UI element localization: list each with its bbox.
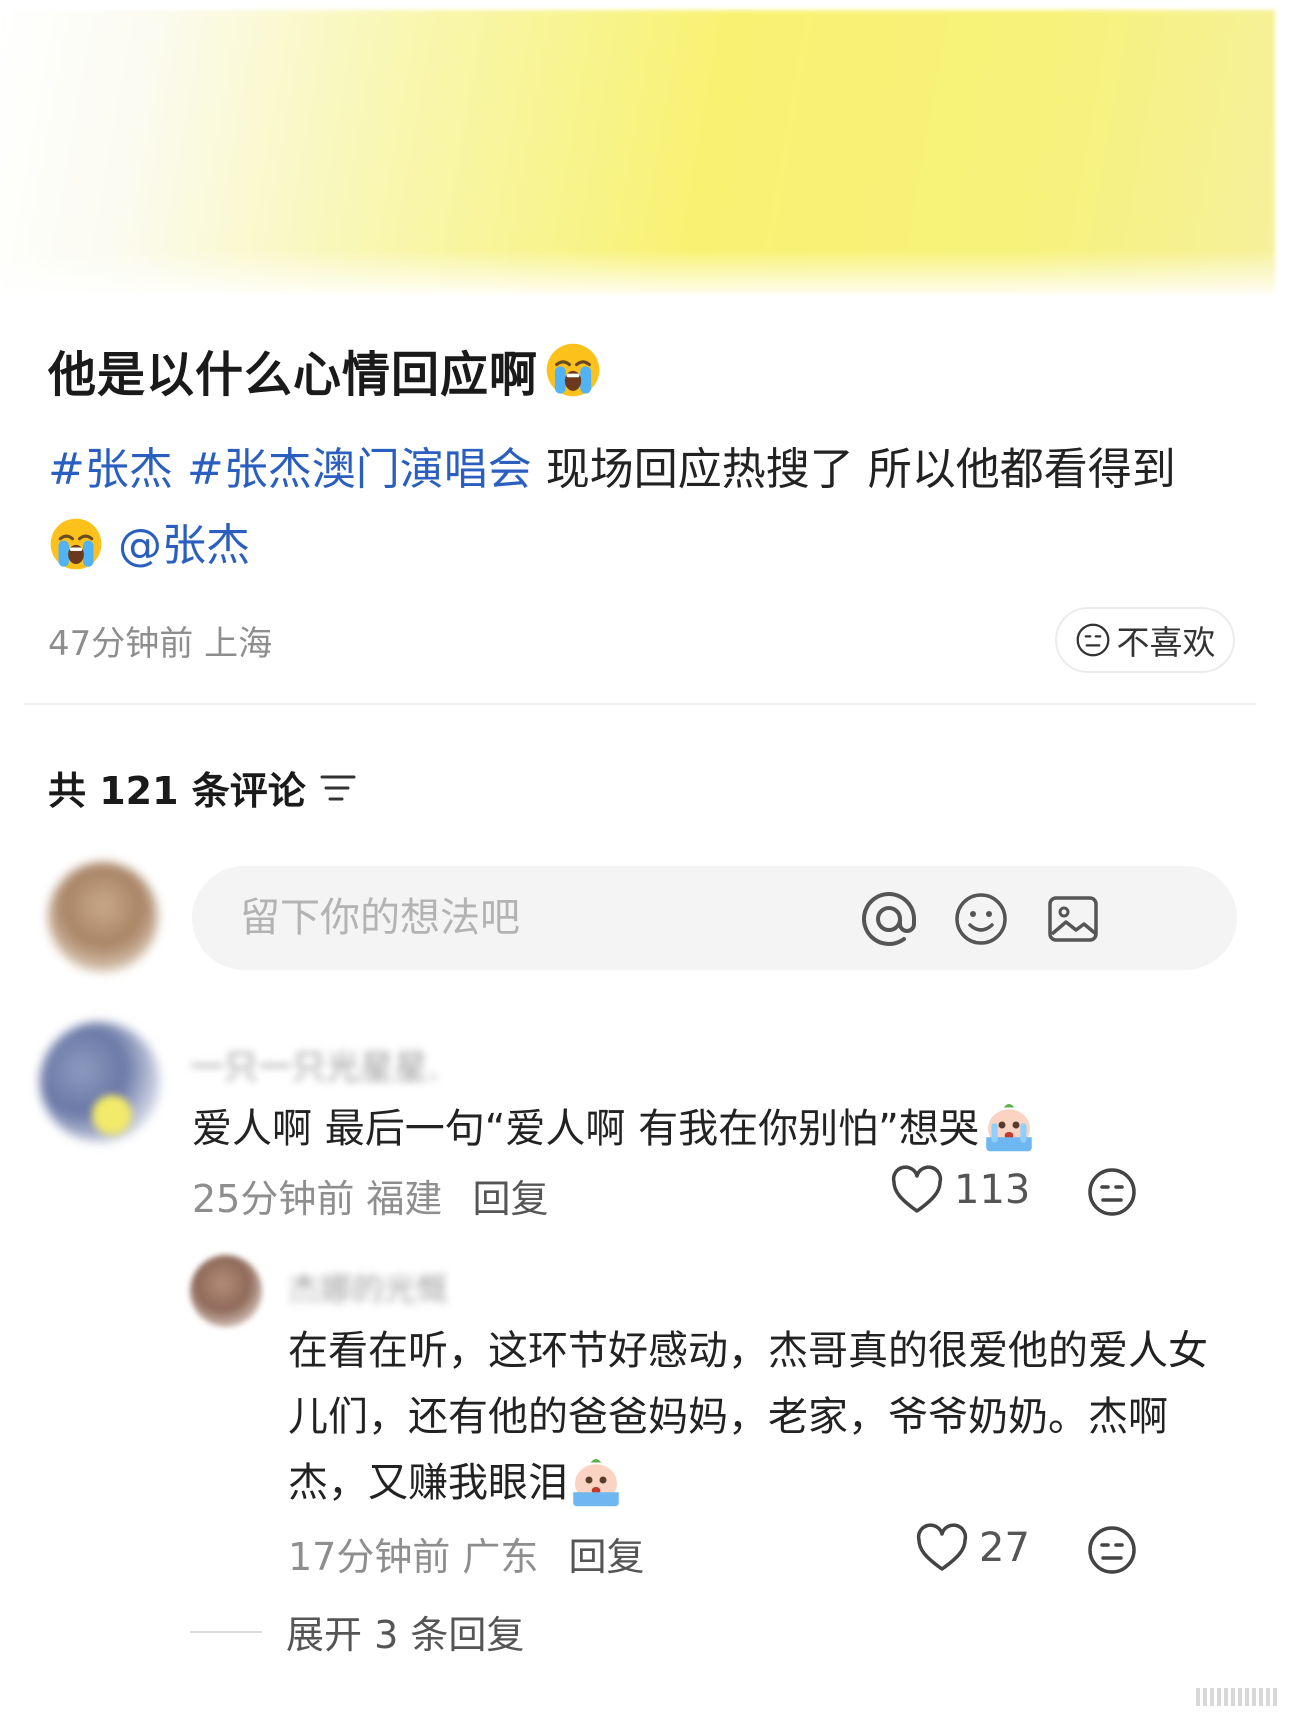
sort-icon[interactable] bbox=[318, 771, 358, 805]
like-count: 27 bbox=[979, 1525, 1030, 1571]
loudly-crying-face-icon bbox=[546, 343, 600, 397]
like-count: 113 bbox=[954, 1167, 1031, 1213]
comment-count-header: 共 121 条评论 bbox=[48, 760, 358, 815]
hashtag-link[interactable]: #张杰澳门演唱会 bbox=[187, 444, 532, 495]
expand-replies-button[interactable]: 展开 3 条回复 bbox=[190, 1604, 524, 1659]
post-title-text: 他是以什么心情回应啊 bbox=[48, 347, 539, 403]
reply-button[interactable]: 回复 bbox=[568, 1535, 644, 1579]
commenter-username[interactable]: 一只一只光星星. bbox=[190, 1040, 439, 1089]
commenter-avatar-badge bbox=[92, 1095, 132, 1135]
comment-input-box[interactable] bbox=[192, 866, 1237, 970]
reply-avatar[interactable] bbox=[190, 1255, 262, 1327]
expand-replies-label: 展开 3 条回复 bbox=[286, 1613, 525, 1657]
divider bbox=[24, 703, 1256, 705]
hashtag-link[interactable]: #张杰 bbox=[48, 444, 173, 495]
comment-text-content: 爱人啊 最后一句“爱人啊 有我在你别怕”想哭 bbox=[192, 1106, 979, 1152]
neutral-face-icon bbox=[1076, 623, 1109, 657]
reply-text: 在看在听，这环节好感动，杰哥真的很爱他的爱人女儿们，还有他的爸爸妈妈，老家，爷爷… bbox=[288, 1318, 1228, 1516]
dislike-label: 不喜欢 bbox=[1116, 623, 1216, 662]
like-button[interactable]: 113 bbox=[890, 1165, 1030, 1215]
post-title: 他是以什么心情回应啊 bbox=[48, 335, 602, 405]
comment-input[interactable] bbox=[240, 888, 840, 948]
reply-time-location: 17分钟前 广东 bbox=[288, 1535, 539, 1579]
loudly-crying-face-icon bbox=[50, 518, 102, 570]
heart-icon bbox=[916, 1523, 968, 1571]
post-body: #张杰 #张杰澳门演唱会 现场回应热搜了 所以他都看得到 @张杰 bbox=[48, 432, 1248, 584]
crying-sticker-icon bbox=[573, 1459, 619, 1507]
user-mention-link[interactable]: @张杰 bbox=[118, 520, 250, 571]
reply-meta: 17分钟前 广东 回复 bbox=[288, 1526, 644, 1581]
reply-button[interactable]: 回复 bbox=[472, 1177, 548, 1221]
emoji-icon[interactable] bbox=[952, 890, 1010, 948]
heart-icon bbox=[891, 1165, 943, 1213]
expand-divider-line bbox=[190, 1630, 262, 1633]
dislike-button[interactable]: 不喜欢 bbox=[1055, 607, 1235, 673]
post-image-fade bbox=[0, 250, 1290, 300]
crying-sticker-icon bbox=[986, 1104, 1032, 1152]
neutral-face-icon[interactable] bbox=[1086, 1524, 1138, 1576]
reply-username[interactable]: 杰娜的光慨 bbox=[288, 1264, 448, 1310]
like-button[interactable]: 27 bbox=[915, 1523, 1030, 1573]
post-meta: 47分钟前 上海 bbox=[48, 624, 273, 664]
at-mention-icon[interactable] bbox=[860, 890, 918, 948]
comment-text: 爱人啊 最后一句“爱人啊 有我在你别怕”想哭 bbox=[192, 1096, 1192, 1154]
comment-count-label: 共 121 条评论 bbox=[48, 769, 306, 813]
my-avatar[interactable] bbox=[48, 862, 158, 972]
post-body-text: 现场回应热搜了 所以他都看得到 bbox=[531, 444, 1176, 495]
reply-text-content: 在看在听，这环节好感动，杰哥真的很爱他的爱人女儿们，还有他的爸爸妈妈，老家，爷爷… bbox=[288, 1328, 1208, 1506]
comment-time-location: 25分钟前 福建 bbox=[192, 1177, 443, 1221]
neutral-face-icon[interactable] bbox=[1086, 1166, 1138, 1218]
comment-meta: 25分钟前 福建 回复 bbox=[192, 1168, 548, 1223]
watermark bbox=[1196, 1688, 1280, 1706]
image-icon[interactable] bbox=[1044, 890, 1102, 948]
